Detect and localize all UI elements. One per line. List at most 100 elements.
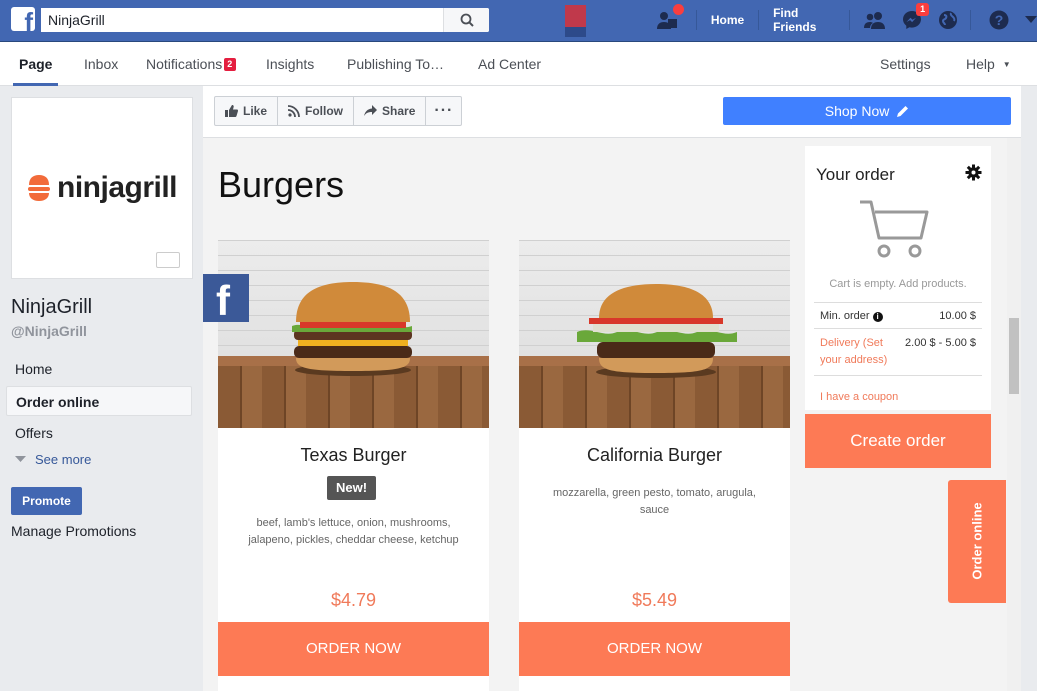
- shop-now-button[interactable]: Shop Now: [723, 97, 1011, 125]
- order-online-app: Burgers Texas Burger New! beef, lamb's l…: [203, 138, 1021, 691]
- tab-label: Notifications: [146, 56, 223, 72]
- new-badge: New!: [327, 476, 376, 500]
- account-menu-button[interactable]: [1024, 16, 1037, 24]
- see-more-label: See more: [35, 452, 92, 467]
- friends-icon: [864, 12, 886, 29]
- svg-text:?: ?: [995, 12, 1004, 28]
- tab-label: Ad Center: [478, 56, 542, 72]
- min-order-label: Min. order i: [820, 303, 883, 329]
- scrollbar[interactable]: [1007, 138, 1021, 691]
- menu-item-description: beef, lamb's lettuce, onion, mushrooms, …: [248, 517, 459, 546]
- search-button[interactable]: [443, 8, 489, 32]
- home-link[interactable]: Home: [701, 13, 754, 27]
- tab-help[interactable]: Help ▼: [966, 42, 1011, 86]
- coupon-link[interactable]: I have a coupon: [820, 391, 898, 403]
- burger-image[interactable]: [218, 240, 489, 428]
- share-button[interactable]: Share: [354, 97, 427, 125]
- thumbs-up-icon: [225, 105, 238, 117]
- tab-label: Settings: [880, 56, 931, 72]
- caret-down-icon: ▼: [1002, 60, 1011, 69]
- messenger-count-badge: 1: [916, 3, 930, 16]
- menu-item-card[interactable]: Texas Burger New! beef, lamb's lettuce, …: [218, 240, 489, 691]
- tab-notifications[interactable]: Notifications 2: [146, 42, 237, 86]
- min-order-text: Min. order: [820, 310, 870, 322]
- shop-now-label: Shop Now: [824, 103, 890, 119]
- menu-item-price: $4.79: [330, 590, 377, 610]
- tab-inbox[interactable]: Inbox: [84, 42, 118, 86]
- top-navigation-bar: f Home Find Friends 1 ?: [0, 0, 1037, 42]
- delivery-value: 2.00 $ - 5.00 $: [905, 337, 976, 349]
- camera-icon[interactable]: [156, 252, 180, 268]
- order-now-button[interactable]: ORDER NOW: [519, 622, 790, 676]
- category-title: Burgers: [218, 164, 345, 205]
- menu-item-card[interactable]: California Burger mozzarella, green pest…: [519, 240, 790, 691]
- left-nav-label: Home: [15, 361, 53, 377]
- delivery-row: Delivery (Set your address) 2.00 $ - 5.0…: [814, 328, 982, 376]
- tab-label: Publishing To…: [347, 56, 445, 72]
- friend-requests-manage-button[interactable]: [656, 4, 684, 30]
- find-friends-link[interactable]: Find Friends: [763, 6, 845, 34]
- tab-insights[interactable]: Insights: [266, 42, 314, 86]
- order-now-button[interactable]: ORDER NOW: [218, 622, 489, 676]
- ellipsis-icon: ···: [434, 102, 454, 119]
- page-name[interactable]: NinjaGrill: [11, 296, 92, 319]
- order-panel-title: Your order: [816, 165, 895, 184]
- page-handle[interactable]: @NinjaGrill: [11, 323, 87, 339]
- divider: [696, 10, 697, 30]
- min-order-value: 10.00 $: [939, 310, 976, 322]
- left-nav-order-online[interactable]: Order online: [6, 386, 192, 416]
- gear-icon[interactable]: [965, 164, 982, 181]
- search-bar: [41, 8, 489, 32]
- divider: [758, 10, 760, 30]
- create-order-button[interactable]: Create order: [805, 414, 991, 468]
- follow-button[interactable]: Follow: [278, 97, 355, 125]
- left-nav-offers[interactable]: Offers: [6, 418, 192, 448]
- triangle-down-icon: [15, 456, 26, 462]
- notification-dot: [673, 4, 684, 15]
- see-more-link[interactable]: See more: [15, 452, 91, 467]
- more-options-button[interactable]: ···: [426, 97, 461, 125]
- notifications-button[interactable]: [938, 10, 958, 30]
- order-online-side-tab[interactable]: Order online: [948, 480, 1006, 603]
- search-input[interactable]: [41, 8, 441, 32]
- burger-image[interactable]: [519, 240, 790, 428]
- info-icon[interactable]: i: [872, 312, 883, 322]
- caret-down-icon: [1024, 16, 1037, 23]
- promote-button[interactable]: Promote: [11, 487, 82, 515]
- help-button[interactable]: ?: [989, 10, 1009, 30]
- side-tab-label: Order online: [969, 502, 985, 580]
- globe-icon: [939, 11, 958, 29]
- tab-settings[interactable]: Settings: [880, 42, 931, 86]
- cart-icon: [860, 200, 929, 258]
- facebook-logo-icon[interactable]: f: [11, 7, 35, 31]
- tab-ad-center[interactable]: Ad Center: [478, 42, 541, 86]
- delivery-address-link[interactable]: Delivery (Set your address): [820, 335, 902, 369]
- tab-label: Help: [966, 56, 995, 72]
- like-button[interactable]: Like: [215, 97, 279, 125]
- facebook-badge-icon[interactable]: f: [203, 274, 249, 324]
- pencil-icon: [897, 106, 909, 117]
- menu-item-name: California Burger: [586, 445, 723, 465]
- manage-promotions-link[interactable]: Manage Promotions: [11, 523, 136, 539]
- profile-picture[interactable]: ninjagrill: [11, 97, 193, 279]
- divider: [849, 10, 851, 30]
- menu-item-price: $5.49: [631, 590, 678, 610]
- burger-icon: [292, 282, 412, 376]
- tab-page[interactable]: Page: [12, 42, 60, 86]
- left-nav-home[interactable]: Home: [6, 354, 192, 384]
- left-nav-label: Offers: [15, 425, 53, 441]
- notifications-count-badge: 2: [224, 58, 237, 71]
- tab-publishing-tools[interactable]: Publishing To…: [347, 42, 444, 86]
- top-nav-right: Home Find Friends 1 ?: [656, 0, 1037, 40]
- scrollbar-thumb[interactable]: [1009, 318, 1019, 394]
- burger-logo-icon: [28, 175, 50, 201]
- min-order-row: Min. order i 10.00 $: [814, 302, 982, 328]
- like-label: Like: [243, 104, 268, 118]
- share-label: Share: [382, 104, 416, 118]
- tab-label: Inbox: [84, 56, 119, 72]
- page-tabs: Page Inbox Notifications 2 Insights Publi…: [0, 42, 1037, 86]
- divider: [970, 10, 971, 30]
- messenger-button[interactable]: 1: [902, 3, 930, 30]
- flag-icon: [565, 5, 586, 37]
- friend-requests-button[interactable]: [864, 11, 886, 29]
